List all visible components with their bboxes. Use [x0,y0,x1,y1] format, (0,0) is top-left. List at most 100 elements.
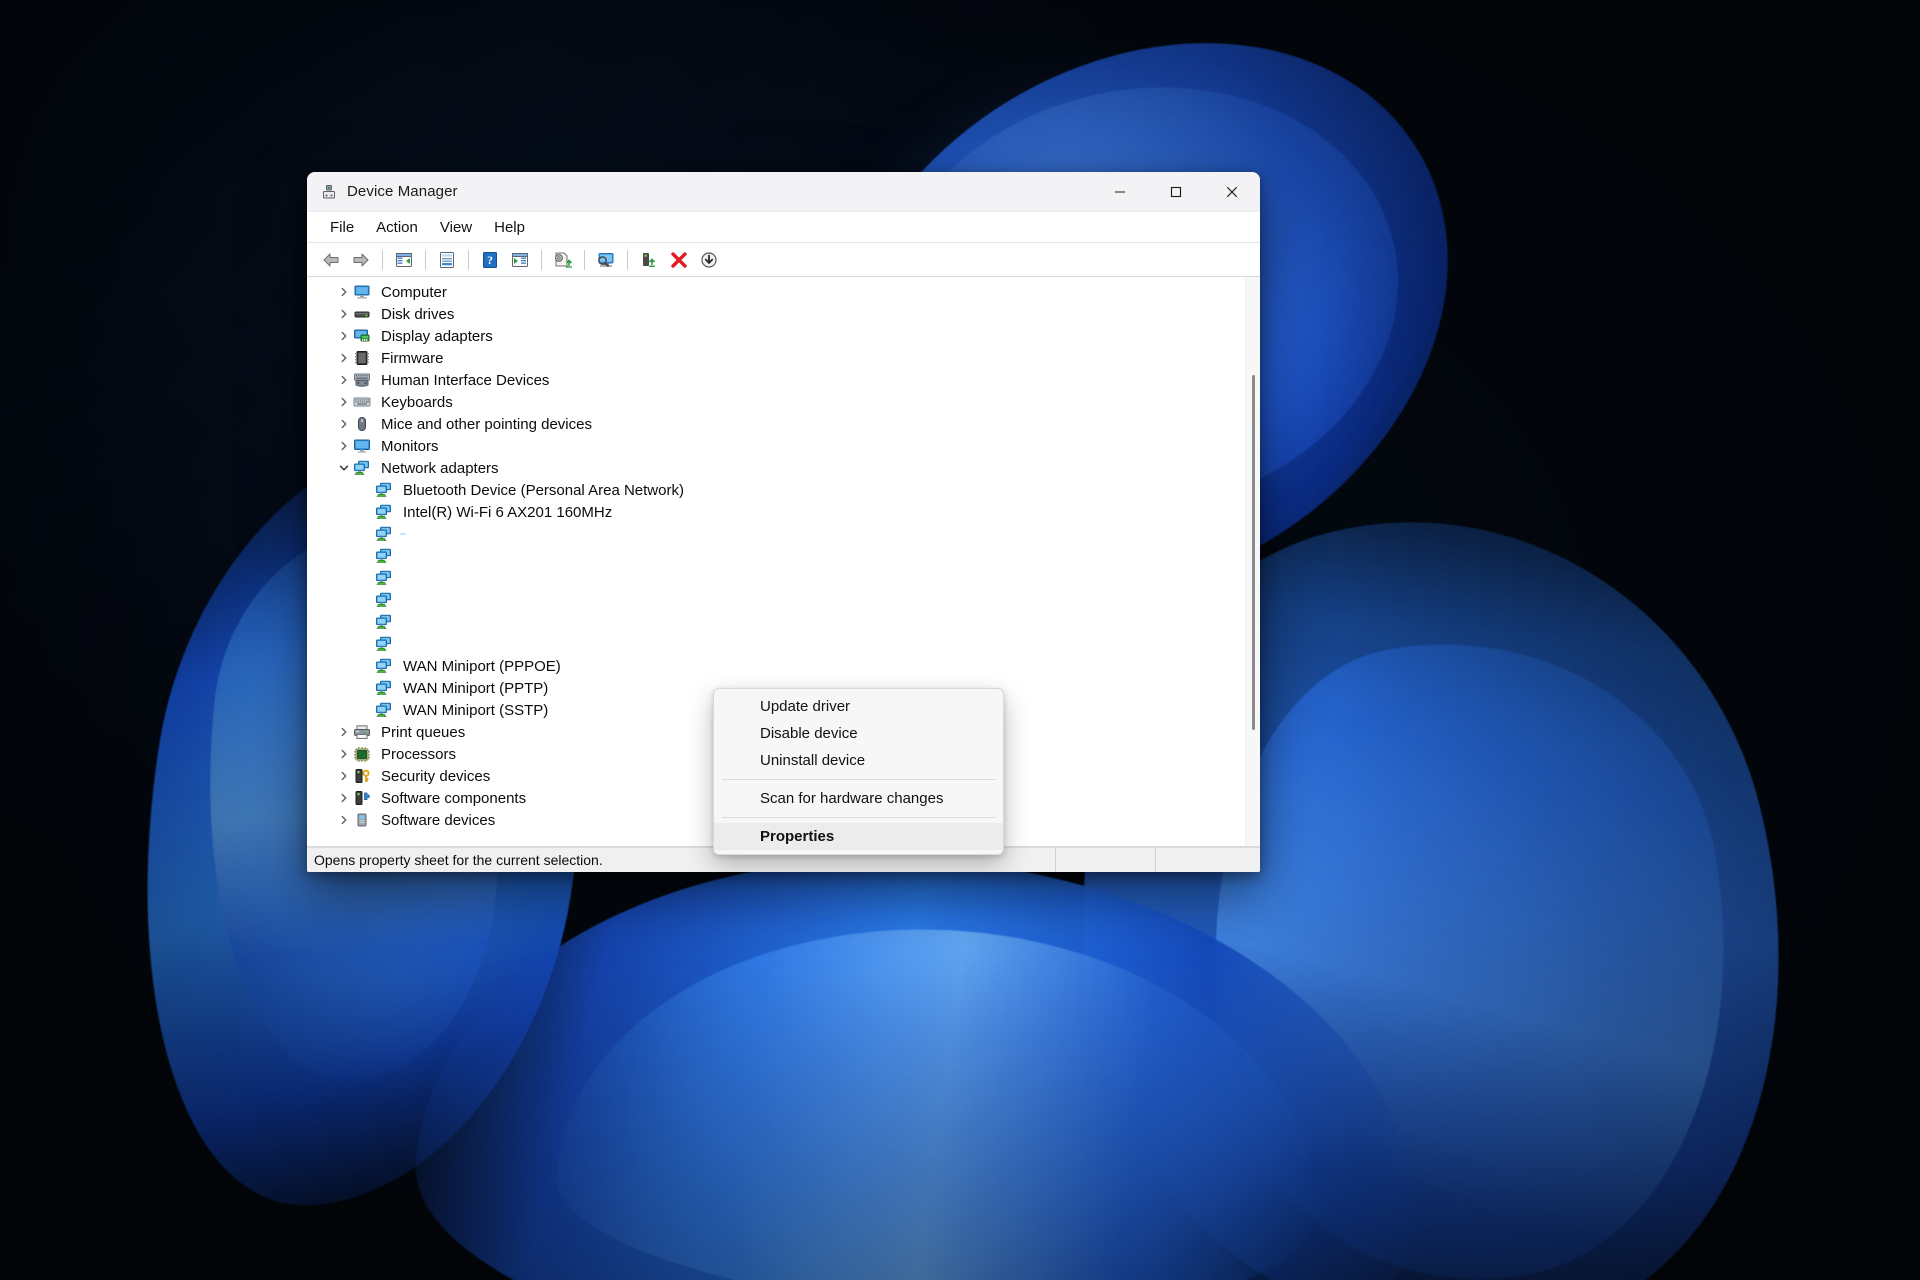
maximize-button[interactable] [1148,172,1204,211]
tree-row-label: Software devices [381,811,496,829]
context-menu-item-scan-for-hardware-changes[interactable]: Scan for hardware changes [714,785,1003,812]
tree-row[interactable] [307,589,1245,611]
tree-row-label: Disk drives [381,305,455,323]
install-legacy-hardware-icon[interactable] [695,247,723,273]
tree-row-label: WAN Miniport (PPPOE) [403,657,561,675]
keyboard-icon [353,394,371,410]
back-icon[interactable] [317,247,345,273]
printer-icon [353,724,371,740]
network-adapter-icon [375,504,393,520]
hid-icon [353,372,371,388]
tree-row[interactable]: Human Interface Devices [307,369,1245,391]
menu-item-file[interactable]: File [319,216,365,239]
tree-row[interactable]: Monitors [307,435,1245,457]
toolbar-separator [627,249,628,270]
tree-row-label [400,599,406,601]
tree-row-label: Processors [381,745,457,763]
chevron-right-icon[interactable] [335,331,353,341]
toolbar: ? [307,243,1260,277]
tree-row[interactable]: Firmware [307,347,1245,369]
tree-row-label: WAN Miniport (PPTP) [403,679,549,697]
properties-icon[interactable] [433,247,461,273]
network-adapter-icon [375,548,393,564]
tree-row-label: Security devices [381,767,491,785]
tree-row-label: Keyboards [381,393,453,411]
context-menu-separator [722,817,995,818]
menu-item-view[interactable]: View [429,216,483,239]
show-hide-action-pane-icon[interactable] [506,247,534,273]
toolbar-separator [584,249,585,270]
network-adapter-icon [375,680,393,696]
chevron-right-icon[interactable] [335,727,353,737]
close-button[interactable] [1204,172,1260,211]
show-hide-console-tree-icon[interactable] [390,247,418,273]
tree-row-label: Network adapters [381,459,499,477]
computer-icon [353,284,371,300]
chevron-right-icon[interactable] [335,287,353,297]
security-device-icon [353,768,371,784]
network-adapter-icon [375,636,393,652]
chevron-right-icon[interactable] [335,815,353,825]
tree-row[interactable]: Computer [307,281,1245,303]
network-adapter-icon [375,570,393,586]
tree-row[interactable] [307,611,1245,633]
network-adapter-icon [375,702,393,718]
monitor-icon [353,438,371,454]
context-menu[interactable]: Update driver Disable device Uninstall dev… [713,688,1004,855]
scan-for-hardware-changes-icon[interactable] [592,247,620,273]
tree-row[interactable]: Keyboards [307,391,1245,413]
context-menu-separator [722,779,995,780]
tree-row-label: Human Interface Devices [381,371,550,389]
tree-row[interactable] [307,567,1245,589]
tree-row[interactable]: Mice and other pointing devices [307,413,1245,435]
uninstall-device-icon[interactable] [665,247,693,273]
tree-row[interactable] [307,633,1245,655]
help-icon[interactable]: ? [476,247,504,273]
svg-text:?: ? [487,253,493,267]
firmware-icon [353,350,371,366]
tree-row-label: Mice and other pointing devices [381,415,592,433]
menu-item-action[interactable]: Action [365,216,429,239]
tree-row[interactable] [307,545,1245,567]
status-pane-3 [1155,848,1260,872]
chevron-right-icon[interactable] [335,771,353,781]
scrollbar-thumb[interactable] [1252,375,1255,730]
context-menu-item-uninstall-device[interactable]: Uninstall device [714,747,1003,774]
software-component-icon [353,790,371,806]
tree-row[interactable] [307,523,1245,545]
chevron-right-icon[interactable] [335,309,353,319]
tree-row[interactable]: Display adapters [307,325,1245,347]
tree-row-label [400,533,406,535]
minimize-button[interactable] [1092,172,1148,211]
tree-row[interactable]: Bluetooth Device (Personal Area Network) [307,479,1245,501]
toolbar-separator [541,249,542,270]
tree-row-label: Print queues [381,723,466,741]
tree-row[interactable]: WAN Miniport (PPPOE) [307,655,1245,677]
chevron-right-icon[interactable] [335,793,353,803]
forward-icon[interactable] [347,247,375,273]
chevron-right-icon[interactable] [335,375,353,385]
tree-row[interactable]: Disk drives [307,303,1245,325]
processor-icon [353,746,371,762]
menu-item-help[interactable]: Help [483,216,536,239]
network-adapter-icon [375,614,393,630]
chevron-right-icon[interactable] [335,397,353,407]
context-menu-item-update-driver[interactable]: Update driver [714,693,1003,720]
chevron-right-icon[interactable] [335,749,353,759]
disable-device-icon[interactable] [635,247,663,273]
network-adapter-icon [375,658,393,674]
chevron-right-icon[interactable] [335,441,353,451]
tree-row[interactable]: Intel(R) Wi-Fi 6 AX201 160MHz [307,501,1245,523]
context-menu-item-disable-device[interactable]: Disable device [714,720,1003,747]
chevron-right-icon[interactable] [335,419,353,429]
vertical-scrollbar[interactable] [1245,277,1260,846]
context-menu-item-properties[interactable]: Properties [714,823,1003,850]
tree-row-label [400,577,406,579]
chevron-right-icon[interactable] [335,353,353,363]
chevron-down-icon[interactable] [335,463,353,473]
title-bar[interactable]: Device Manager [307,172,1260,212]
disk-drive-icon [353,306,371,322]
tree-row[interactable]: Network adapters [307,457,1245,479]
toolbar-separator [425,249,426,270]
update-driver-icon[interactable] [549,247,577,273]
